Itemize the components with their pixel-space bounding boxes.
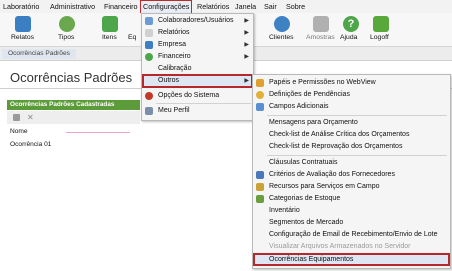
eq-label: Eq <box>128 34 137 41</box>
menu-laboratorio[interactable]: Laboratório <box>3 2 39 11</box>
items-icon <box>102 16 118 32</box>
menu-separator <box>267 155 447 156</box>
help-icon: ? <box>343 16 359 32</box>
amostras-label: Amostras <box>306 34 335 41</box>
menu-relatorios[interactable]: Relatórios <box>197 2 229 11</box>
outros-submenu: Papéis e Permissões no WebView Definiçõe… <box>252 74 451 269</box>
logoff-button[interactable]: Logoff <box>369 13 393 46</box>
menu-item-relatorios[interactable]: Relatórios ▶ <box>142 27 253 39</box>
eq-button[interactable]: Eq <box>128 13 140 46</box>
fields-icon <box>256 103 264 111</box>
menu-item-inventario[interactable]: Inventário <box>253 205 450 217</box>
pending-icon <box>256 91 264 99</box>
clientes-label: Clientes <box>269 34 294 41</box>
types-icon <box>59 16 75 32</box>
amostras-button[interactable]: Amostras <box>305 13 337 46</box>
tools-icon <box>256 183 264 191</box>
menu-sair[interactable]: Sair <box>264 2 277 11</box>
clientes-button[interactable]: Clientes <box>268 13 296 46</box>
submenu-arrow-icon: ▶ <box>244 18 249 24</box>
tipos-button[interactable]: Tipos <box>55 13 79 46</box>
menu-item-colaboradores[interactable]: Colaboradores/Usuários ▶ <box>142 15 253 27</box>
page-title: Ocorrências Padrões <box>10 70 133 85</box>
report-icon <box>145 29 153 37</box>
tab-ocorrencias-padroes[interactable]: Ocorrências Padrões <box>2 49 76 59</box>
menu-separator <box>267 115 447 116</box>
field-label-nome: Nome <box>10 128 28 135</box>
supplier-icon <box>256 171 264 179</box>
panel-toolbar: ✕ <box>7 111 140 124</box>
company-icon <box>145 41 153 49</box>
configuracoes-menu: Colaboradores/Usuários ▶ Relatórios ▶ Em… <box>141 13 254 121</box>
tipos-label: Tipos <box>58 34 75 41</box>
menu-item-clausulas[interactable]: Cláusulas Contratuais <box>253 157 450 169</box>
menu-item-criterios-fornecedores[interactable]: Critérios de Avaliação dos Fornecedores <box>253 169 450 181</box>
menu-item-outros[interactable]: Outros ▶ <box>142 74 253 88</box>
menu-item-meu-perfil[interactable]: Meu Perfil <box>142 105 253 117</box>
ajuda-label: Ajuda <box>340 34 358 41</box>
key-icon <box>256 79 264 87</box>
category-icon <box>256 195 264 203</box>
menu-administrativo[interactable]: Administrativo <box>50 2 95 11</box>
delete-icon[interactable]: ✕ <box>27 113 34 122</box>
ajuda-button[interactable]: ? Ajuda <box>340 13 362 46</box>
menu-separator <box>156 103 251 104</box>
menu-item-checklist-analise[interactable]: Check-list de Análise Crítica dos Orçame… <box>253 129 450 141</box>
logoff-label: Logoff <box>370 34 389 41</box>
relatos-label: Relatos <box>11 34 35 41</box>
name-input[interactable] <box>66 132 130 133</box>
itens-label: Itens <box>102 34 117 41</box>
submenu-arrow-icon: ▶ <box>244 42 249 48</box>
menu-item-recursos-campo[interactable]: Recursos para Serviços em Campo <box>253 181 450 193</box>
submenu-arrow-icon: ▶ <box>244 30 249 36</box>
settings-icon <box>145 92 153 100</box>
menu-item-checklist-reprovacao[interactable]: Check-list de Reprovação dos Orçamentos <box>253 141 450 153</box>
finance-icon <box>145 53 153 61</box>
menu-item-empresa[interactable]: Empresa ▶ <box>142 39 253 51</box>
menu-item-opcoes-sistema[interactable]: Opções do Sistema <box>142 90 253 102</box>
panel-header: Ocorrências Padrões Cadastradas <box>7 100 140 110</box>
menu-bar: Laboratório Administrativo Financeiro Co… <box>0 0 452 15</box>
itens-button[interactable]: Itens <box>100 13 120 46</box>
menu-financeiro[interactable]: Financeiro <box>104 2 138 11</box>
edit-icon[interactable] <box>13 114 20 121</box>
users-icon <box>145 17 153 25</box>
menu-item-pendencias[interactable]: Definições de Pendências <box>253 89 450 101</box>
submenu-arrow-icon: ▶ <box>244 54 249 60</box>
list-item[interactable]: Ocorrência 01 <box>10 141 51 148</box>
relatos-button[interactable]: Relatos <box>8 13 38 46</box>
menu-item-categorias-estoque[interactable]: Categorias de Estoque <box>253 193 450 205</box>
clients-icon <box>274 16 290 32</box>
menu-item-mensagens-orcamento[interactable]: Mensagens para Orçamento <box>253 117 450 129</box>
menu-item-papeis[interactable]: Papéis e Permissões no WebView <box>253 77 450 89</box>
menu-item-segmentos[interactable]: Segmentos de Mercado <box>253 217 450 229</box>
menu-item-ocorrencias-equipamentos[interactable]: Ocorrências Equipamentos <box>253 253 450 266</box>
menu-sobre[interactable]: Sobre <box>286 2 305 11</box>
report-icon <box>15 16 31 32</box>
flask-icon <box>313 16 329 32</box>
menu-item-config-email[interactable]: Configuração de Email de Recebimento/Env… <box>253 229 450 241</box>
menu-janela[interactable]: Janela <box>235 2 256 11</box>
menu-item-financeiro[interactable]: Financeiro ▶ <box>142 51 253 63</box>
profile-icon <box>145 107 153 115</box>
logoff-icon <box>373 16 389 32</box>
submenu-arrow-icon: ▶ <box>244 78 249 84</box>
menu-item-visualizar-arquivos[interactable]: Visualizar Arquivos Armazenados no Servi… <box>253 241 450 253</box>
menu-item-campos-adicionais[interactable]: Campos Adicionais <box>253 101 450 113</box>
